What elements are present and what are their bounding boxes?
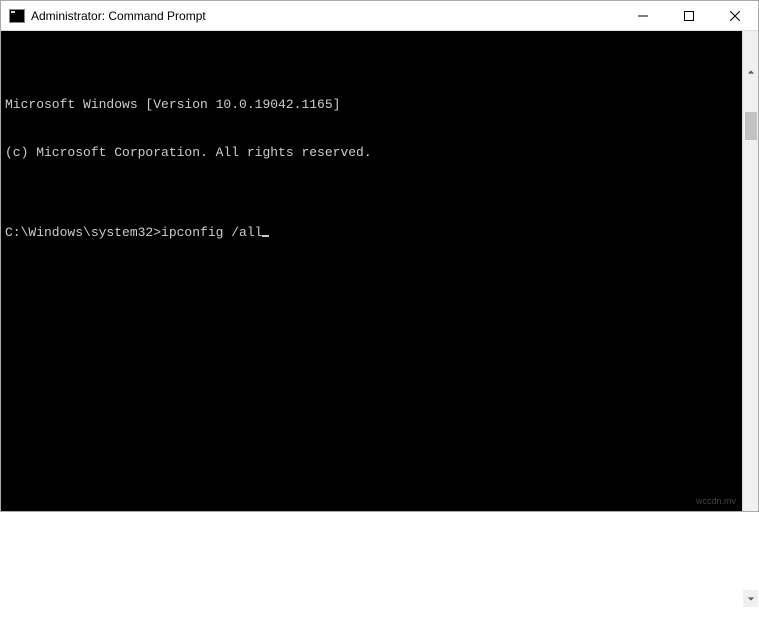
command-text: ipconfig /all bbox=[161, 225, 262, 240]
scrollbar-track[interactable] bbox=[743, 112, 758, 558]
terminal-content: Microsoft Windows [Version 10.0.19042.11… bbox=[5, 65, 754, 273]
scroll-up-button[interactable] bbox=[743, 63, 758, 80]
output-line: (c) Microsoft Corporation. All rights re… bbox=[5, 145, 738, 161]
scroll-down-button[interactable] bbox=[743, 590, 758, 607]
prompt-path: C:\Windows\system32> bbox=[5, 225, 161, 240]
maximize-icon bbox=[684, 11, 694, 21]
chevron-down-icon bbox=[747, 595, 755, 603]
output-line: Microsoft Windows [Version 10.0.19042.11… bbox=[5, 97, 738, 113]
vertical-scrollbar[interactable] bbox=[742, 31, 758, 511]
cmd-icon bbox=[9, 9, 25, 23]
close-icon bbox=[730, 11, 740, 21]
titlebar: Administrator: Command Prompt bbox=[1, 1, 758, 31]
window-title: Administrator: Command Prompt bbox=[31, 9, 206, 23]
prompt-line: C:\Windows\system32>ipconfig /all bbox=[5, 225, 738, 241]
scrollbar-thumb[interactable] bbox=[745, 112, 757, 140]
maximize-button[interactable] bbox=[666, 1, 712, 31]
watermark-text: wccdn.mv bbox=[696, 493, 736, 509]
chevron-up-icon bbox=[747, 68, 755, 76]
close-button[interactable] bbox=[712, 1, 758, 31]
terminal-area[interactable]: Microsoft Windows [Version 10.0.19042.11… bbox=[1, 31, 758, 511]
cursor-icon bbox=[262, 235, 269, 237]
minimize-icon bbox=[638, 11, 648, 21]
minimize-button[interactable] bbox=[620, 1, 666, 31]
